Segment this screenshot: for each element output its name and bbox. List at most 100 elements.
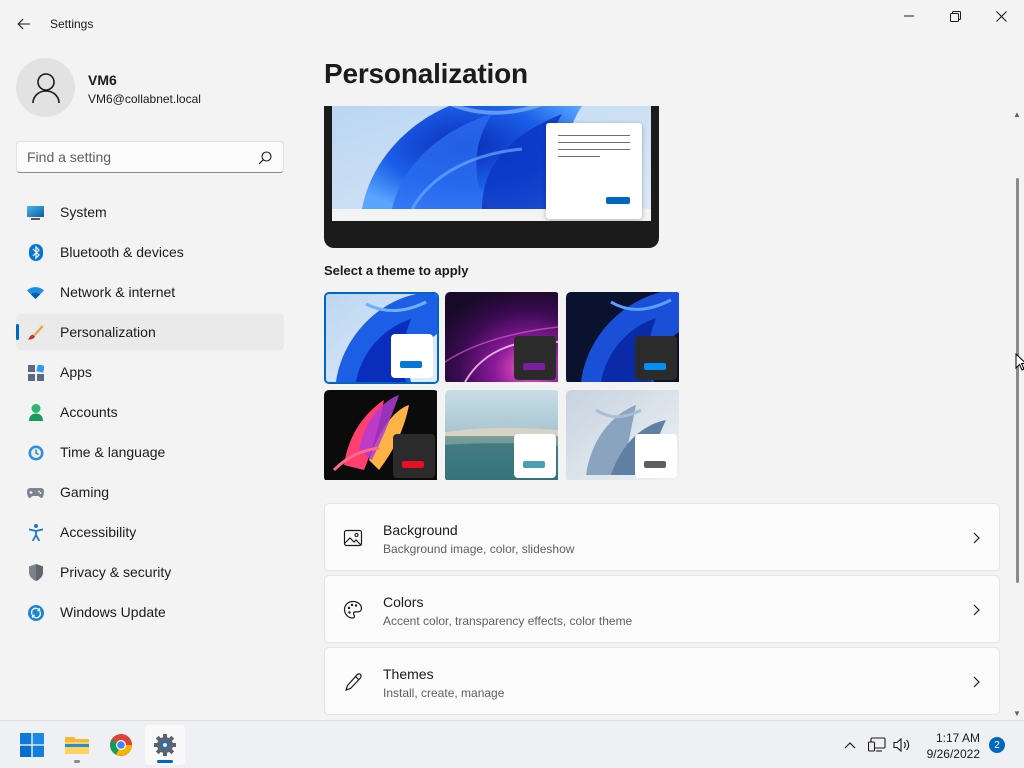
card-title: Colors — [383, 594, 424, 610]
card-title: Background — [383, 522, 458, 538]
apps-icon — [27, 364, 44, 381]
theme-glow[interactable] — [445, 292, 560, 384]
search-input[interactable] — [17, 142, 237, 172]
theme-window-swatch — [514, 336, 556, 380]
sidebar-item-accounts[interactable]: Accounts — [16, 394, 284, 430]
theme-accent-swatch — [644, 461, 666, 468]
theme-preview — [324, 106, 659, 248]
scroll-up-icon[interactable]: ▲ — [1013, 110, 1021, 119]
sidebar-item-gaming[interactable]: Gaming — [16, 474, 284, 510]
user-profile[interactable]: VM6 VM6@collabnet.local — [16, 58, 286, 118]
chrome-icon — [110, 734, 132, 756]
sidebar-item-label: Windows Update — [60, 604, 166, 620]
wifi-icon — [27, 284, 44, 301]
sidebar-item-windows-update[interactable]: Windows Update — [16, 594, 284, 630]
start-icon — [20, 733, 44, 757]
active-indicator — [157, 760, 173, 763]
sidebar-item-bluetooth[interactable]: Bluetooth & devices — [16, 234, 284, 270]
scroll-thumb[interactable] — [1016, 178, 1019, 583]
sidebar-item-label: Time & language — [60, 444, 166, 460]
back-button[interactable] — [10, 10, 38, 38]
shield-icon — [27, 564, 44, 581]
system-icon — [27, 204, 44, 221]
theme-flow[interactable] — [445, 390, 560, 482]
scroll-down-icon[interactable]: ▼ — [1013, 709, 1021, 718]
sidebar-item-accessibility[interactable]: Accessibility — [16, 514, 284, 550]
sidebar-item-label: Privacy & security — [60, 564, 172, 580]
theme-window-swatch — [391, 334, 433, 378]
mouse-cursor-icon — [1015, 353, 1024, 371]
clock-date: 9/26/2022 — [926, 747, 980, 761]
person-icon — [31, 72, 60, 103]
chevron-up-icon — [844, 742, 856, 749]
theme-captured-motion[interactable] — [324, 390, 439, 482]
restore-icon — [949, 10, 961, 22]
sidebar-item-system[interactable]: System — [16, 194, 284, 230]
sidebar-item-time-language[interactable]: Time & language — [16, 434, 284, 470]
chevron-right-icon — [973, 676, 980, 688]
settings-icon — [154, 734, 176, 756]
colors-card[interactable]: Colors Accent color, transparency effect… — [324, 575, 1000, 643]
sidebar-item-label: System — [60, 204, 107, 220]
taskbar: 1:17 AM 9/26/2022 2 — [0, 720, 1024, 768]
close-icon — [995, 10, 1007, 22]
search-box[interactable] — [16, 141, 284, 173]
sidebar-item-label: Network & internet — [60, 284, 176, 300]
search-icon[interactable] — [257, 150, 273, 166]
sidebar-item-privacy-security[interactable]: Privacy & security — [16, 554, 284, 590]
notification-badge[interactable]: 2 — [989, 737, 1005, 753]
chevron-right-icon — [973, 604, 980, 616]
avatar — [16, 58, 75, 117]
main-content: Select a theme to apply Background Backg… — [324, 106, 1004, 718]
update-icon — [27, 604, 44, 621]
sidebar-item-label: Accounts — [60, 404, 118, 420]
card-title: Themes — [383, 666, 434, 682]
palette-icon — [343, 600, 363, 619]
sidebar-item-label: Gaming — [60, 484, 110, 500]
background-card[interactable]: Background Background image, color, slid… — [324, 503, 1000, 571]
taskbar-clock[interactable]: 1:17 AM 9/26/2022 — [927, 730, 980, 762]
volume-icon — [893, 737, 910, 753]
close-button[interactable] — [978, 0, 1024, 32]
sidebar-item-label: Apps — [60, 364, 92, 380]
theme-accent-swatch — [644, 363, 666, 370]
app-title: Settings — [50, 17, 94, 31]
theme-windows-light[interactable] — [324, 292, 439, 384]
sidebar-item-label: Bluetooth & devices — [60, 244, 184, 260]
sidebar-item-personalization[interactable]: Personalization — [16, 314, 284, 350]
themes-section-label: Select a theme to apply — [324, 263, 469, 278]
sidebar-item-apps[interactable]: Apps — [16, 354, 284, 390]
network-tray-button[interactable] — [867, 735, 887, 755]
brush-icon — [27, 324, 44, 341]
accessibility-icon — [27, 524, 44, 541]
sidebar-item-label: Personalization — [60, 324, 156, 340]
chrome-button[interactable] — [101, 725, 141, 765]
preview-window — [546, 123, 642, 219]
theme-sunrise[interactable] — [566, 390, 681, 482]
minimize-button[interactable] — [886, 0, 932, 32]
themes-card[interactable]: Themes Install, create, manage — [324, 647, 1000, 715]
theme-window-swatch — [635, 434, 677, 478]
file-explorer-button[interactable] — [57, 725, 97, 765]
minimize-icon — [904, 15, 914, 17]
theme-windows-dark[interactable] — [566, 292, 681, 384]
vertical-scrollbar[interactable]: ▲ ▼ — [1010, 108, 1024, 718]
chevron-right-icon — [973, 532, 980, 544]
theme-window-swatch — [393, 434, 435, 478]
start-button[interactable] — [12, 725, 52, 765]
show-hidden-icons-button[interactable] — [840, 735, 860, 755]
gamepad-icon — [27, 484, 44, 501]
page-title: Personalization — [324, 58, 528, 89]
file-explorer-icon — [65, 737, 89, 754]
sidebar-nav: System Bluetooth & devices Network & int… — [16, 194, 284, 634]
title-bar: Settings — [0, 0, 1024, 48]
restore-button[interactable] — [932, 0, 978, 32]
settings-taskbar-button[interactable] — [145, 725, 185, 765]
bluetooth-icon — [27, 244, 44, 261]
volume-tray-button[interactable] — [892, 735, 912, 755]
theme-accent-swatch — [523, 363, 545, 370]
network-monitor-icon — [868, 737, 886, 752]
accounts-icon — [27, 404, 44, 421]
sidebar-item-network[interactable]: Network & internet — [16, 274, 284, 310]
theme-accent-swatch — [402, 461, 424, 468]
